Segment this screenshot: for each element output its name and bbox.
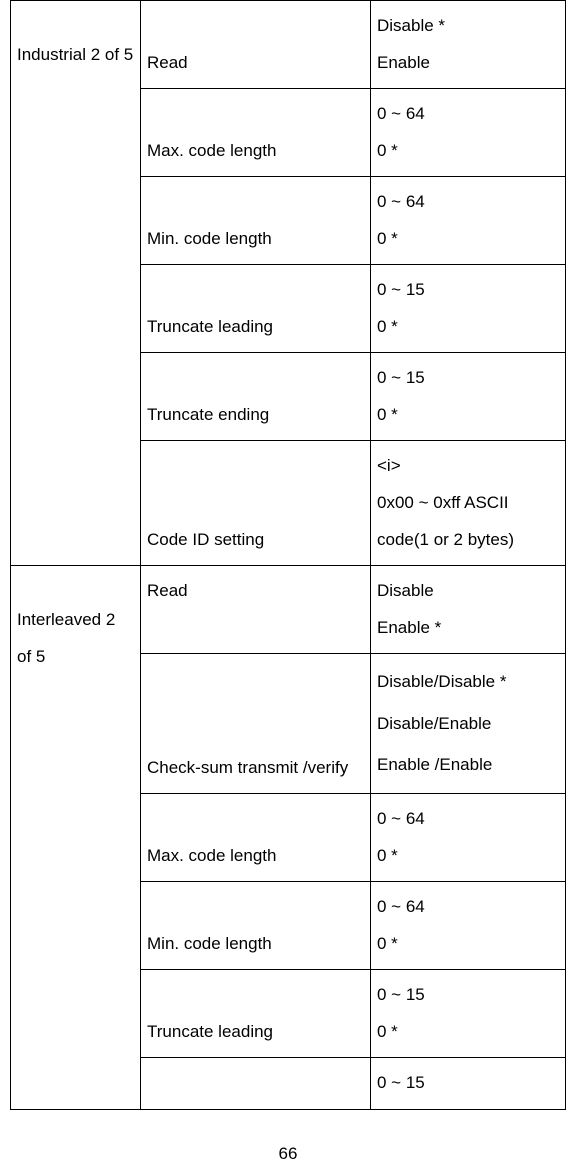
parameter-cell: Min. code length bbox=[141, 177, 371, 265]
parameter-cell: Max. code length bbox=[141, 89, 371, 177]
table-row: Interleaved 2 of 5ReadDisableEnable * bbox=[11, 566, 566, 654]
value-cell: 0 ~ 15 bbox=[371, 1058, 566, 1110]
category-cell: Interleaved 2 of 5 bbox=[11, 566, 141, 1110]
value-cell: 0 ~ 640 * bbox=[371, 177, 566, 265]
table-row: Industrial 2 of 5ReadDisable *Enable bbox=[11, 1, 566, 89]
parameter-cell: Truncate leading bbox=[141, 265, 371, 353]
parameter-cell: Code ID setting bbox=[141, 441, 371, 566]
value-cell: Disable/Disable *Disable/EnableEnable /E… bbox=[371, 654, 566, 794]
parameter-cell: Read bbox=[141, 566, 371, 654]
parameter-cell: Max. code length bbox=[141, 794, 371, 882]
parameter-cell bbox=[141, 1058, 371, 1110]
value-cell: 0 ~ 640 * bbox=[371, 882, 566, 970]
parameter-cell: Min. code length bbox=[141, 882, 371, 970]
parameter-cell: Check-sum transmit /verify bbox=[141, 654, 371, 794]
category-cell: Industrial 2 of 5 bbox=[11, 1, 141, 566]
value-cell: Disable *Enable bbox=[371, 1, 566, 89]
value-cell: 0 ~ 150 * bbox=[371, 970, 566, 1058]
value-cell: 0 ~ 150 * bbox=[371, 353, 566, 441]
parameter-cell: Truncate ending bbox=[141, 353, 371, 441]
value-cell: <i>0x00 ~ 0xff ASCII code(1 or 2 bytes) bbox=[371, 441, 566, 566]
config-table: Industrial 2 of 5ReadDisable *EnableMax.… bbox=[10, 0, 566, 1110]
value-cell: 0 ~ 640 * bbox=[371, 89, 566, 177]
value-cell: 0 ~ 640 * bbox=[371, 794, 566, 882]
parameter-cell: Truncate leading bbox=[141, 970, 371, 1058]
value-cell: 0 ~ 150 * bbox=[371, 265, 566, 353]
parameter-cell: Read bbox=[141, 1, 371, 89]
page-number: 66 bbox=[10, 1144, 566, 1164]
value-cell: DisableEnable * bbox=[371, 566, 566, 654]
